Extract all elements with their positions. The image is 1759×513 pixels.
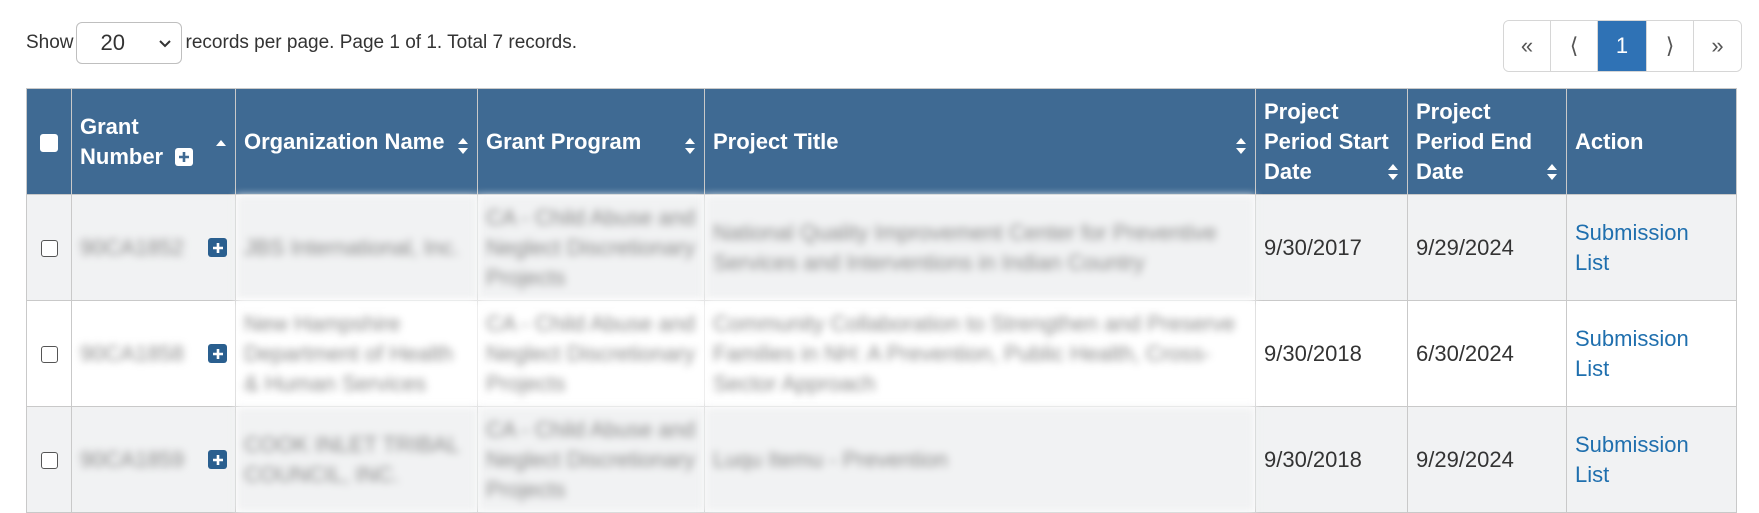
action-cell: Submission List	[1566, 406, 1737, 513]
submission-list-link[interactable]: Submission List	[1575, 326, 1689, 381]
grant-number-cell: 90CA1858	[71, 300, 236, 407]
header-project-title[interactable]: Project Title	[704, 88, 1256, 195]
page-size-select[interactable]: 20	[75, 22, 182, 64]
first-page-button[interactable]: «	[1504, 21, 1551, 71]
project-title: Luqu Itemu - Prevention	[704, 406, 1256, 513]
grant-program: CA - Child Abuse and Neglect Discretiona…	[477, 406, 705, 513]
header-end-date-line3: Date	[1416, 158, 1464, 184]
page-size-value: 20	[100, 30, 126, 55]
organization-name: New Hampshire Department of Health & Hum…	[235, 300, 478, 407]
grant-number-cell: 90CA1859	[71, 406, 236, 513]
row-checkbox[interactable]	[40, 346, 58, 364]
project-title: Community Collaboration to Strengthen an…	[704, 300, 1256, 407]
header-organization-name[interactable]: Organization Name	[235, 88, 478, 195]
header-organization-name-label: Organization Name	[244, 128, 445, 154]
row-select-cell	[26, 300, 72, 407]
grant-program: CA - Child Abuse and Neglect Discretiona…	[477, 194, 705, 301]
expand-row-icon[interactable]	[208, 238, 227, 257]
expand-all-icon[interactable]	[175, 147, 194, 166]
header-end-date[interactable]: Project Period End Date	[1407, 88, 1567, 195]
records-info: records per page. Page 1 of 1. Total 7 r…	[185, 32, 578, 53]
header-start-date-line1: Project	[1264, 98, 1339, 124]
sort-arrows-icon[interactable]	[684, 136, 696, 156]
sort-arrows-icon[interactable]	[457, 136, 469, 156]
start-date: 9/30/2017	[1255, 194, 1408, 301]
expand-row-icon[interactable]	[208, 344, 227, 363]
project-title: National Quality Improvement Center for …	[704, 194, 1256, 301]
select-all-header	[26, 88, 72, 195]
table-row: 90CA1858 New Hampshire Department of Hea…	[26, 300, 1737, 407]
organization-name: COOK INLET TRIBAL COUNCIL, INC.	[235, 406, 478, 513]
show-label: Show	[26, 32, 74, 53]
end-date: 9/29/2024	[1407, 194, 1567, 301]
row-checkbox[interactable]	[40, 240, 58, 258]
end-date: 6/30/2024	[1407, 300, 1567, 407]
grant-number: 90CA1859	[80, 446, 184, 472]
last-page-button[interactable]: »	[1694, 21, 1741, 71]
next-page-button[interactable]: ⟩	[1647, 21, 1694, 71]
grant-number-cell: 90CA1852	[71, 194, 236, 301]
header-grant-number-line2: Number	[80, 143, 164, 169]
grant-number: 90CA1852	[80, 234, 184, 260]
header-grant-number-line1: Grant	[80, 113, 139, 139]
records-toolbar: Show 20 records per page. Page 1 of 1. T…	[26, 20, 577, 66]
action-cell: Submission List	[1566, 300, 1737, 407]
row-checkbox[interactable]	[40, 452, 58, 470]
header-start-date-line2: Period Start	[1264, 128, 1389, 154]
table-row: 90CA1859 COOK INLET TRIBAL COUNCIL, INC.…	[26, 406, 1737, 513]
table-header-row: Grant Number Organization Name Grant Pro…	[26, 88, 1737, 195]
current-page-button[interactable]: 1	[1598, 21, 1647, 71]
header-grant-program-label: Grant Program	[486, 128, 642, 154]
chevron-down-icon	[158, 40, 171, 48]
select-all-checkbox[interactable]	[40, 133, 58, 152]
start-date: 9/30/2018	[1255, 300, 1408, 407]
organization-name: JBS International, Inc.	[235, 194, 478, 301]
sort-arrows-icon[interactable]	[1235, 136, 1247, 156]
table-row: 90CA1852 JBS International, Inc. CA - Ch…	[26, 194, 1737, 301]
row-select-cell	[26, 194, 72, 301]
grant-number: 90CA1858	[80, 340, 184, 366]
pagination: « ⟨ 1 ⟩ »	[1503, 20, 1742, 72]
header-start-date[interactable]: Project Period Start Date	[1255, 88, 1408, 195]
header-project-title-label: Project Title	[713, 128, 839, 154]
header-action-label: Action	[1575, 128, 1644, 154]
row-select-cell	[26, 406, 72, 513]
prev-page-button[interactable]: ⟨	[1551, 21, 1598, 71]
header-start-date-line3: Date	[1264, 158, 1312, 184]
header-action: Action	[1566, 88, 1737, 195]
header-grant-number[interactable]: Grant Number	[71, 88, 236, 195]
header-end-date-line1: Project	[1416, 98, 1491, 124]
submission-list-link[interactable]: Submission List	[1575, 432, 1689, 487]
expand-row-icon[interactable]	[208, 450, 227, 469]
start-date: 9/30/2018	[1255, 406, 1408, 513]
sort-arrows-icon[interactable]	[1387, 162, 1399, 182]
header-end-date-line2: Period End	[1416, 128, 1533, 154]
submission-list-link[interactable]: Submission List	[1575, 220, 1689, 275]
sort-arrows-icon[interactable]	[1546, 162, 1558, 182]
action-cell: Submission List	[1566, 194, 1737, 301]
grant-program: CA - Child Abuse and Neglect Discretiona…	[477, 300, 705, 407]
grants-table: Grant Number Organization Name Grant Pro…	[26, 88, 1737, 513]
sort-ascending-icon[interactable]	[215, 134, 227, 154]
header-grant-program[interactable]: Grant Program	[477, 88, 705, 195]
end-date: 9/29/2024	[1407, 406, 1567, 513]
